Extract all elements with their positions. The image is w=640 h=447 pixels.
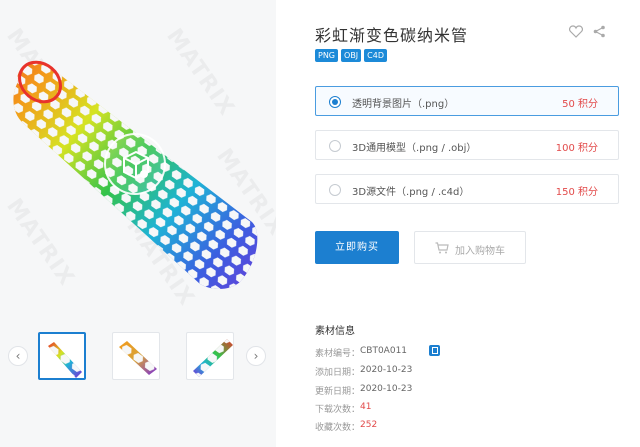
radio-button[interactable] [329,140,341,152]
heart-icon[interactable] [569,25,583,38]
info-row-updated: 更新日期： 2020-10-23 [315,384,412,397]
thumbnail-image [48,342,82,378]
thumbnail-image [119,341,157,375]
info-value: CBT0A011 [360,346,408,356]
product-title: 彩虹渐变色碳纳米管 [315,26,469,45]
info-value: 2020-10-23 [360,365,413,375]
thumbnail-prev-button[interactable]: ‹ [8,346,28,366]
thumbnail-1[interactable] [38,332,86,380]
product-details-panel: 彩虹渐变色碳纳米管 PNG OBJ C4D 透明背景图片（.png） 50 积分… [276,0,640,447]
chevron-left-icon: ‹ [15,349,21,363]
info-key: 收藏次数： [315,423,361,433]
option-price: 100 积分 [555,143,598,154]
thumbnail-2[interactable] [112,332,160,380]
option-label: 3D源文件（.png / .c4d） [352,187,470,198]
preview-panel: MATRIX MATRIX MATRIX MATRIX MATRIX MATRI… [0,0,276,447]
info-key: 添加日期： [315,368,361,378]
info-row-added: 添加日期： 2020-10-23 [315,365,412,378]
info-row-id: 素材编号： CBT0A011 [315,346,407,359]
thumbnail-3[interactable] [186,332,234,380]
radio-button[interactable] [329,184,341,196]
format-tag: C4D [364,49,388,62]
option-label: 3D通用模型（.png / .obj） [352,143,477,154]
option-price: 50 积分 [562,99,598,110]
thumbnail-image [193,339,233,377]
3d-viewer-button[interactable] [104,133,166,195]
info-value: 41 [360,402,372,412]
copy-icon[interactable] [429,345,440,356]
license-option-c4d[interactable]: 3D源文件（.png / .c4d） 150 积分 [315,174,619,204]
add-to-cart-button[interactable]: 加入购物车 [414,231,526,264]
thumbnail-strip: ‹ › [0,326,276,388]
info-value: 252 [360,420,378,430]
license-option-obj[interactable]: 3D通用模型（.png / .obj） 100 积分 [315,130,619,160]
license-option-png[interactable]: 透明背景图片（.png） 50 积分 [315,86,619,116]
format-tag: OBJ [341,49,362,62]
thumbnail-next-button[interactable]: › [246,346,266,366]
share-icon[interactable] [593,25,606,38]
info-key: 下载次数： [315,405,361,415]
info-key: 更新日期： [315,387,361,397]
info-row-favorites: 收藏次数： 252 [315,420,377,433]
info-key: 素材编号： [315,349,361,359]
format-tags: PNG OBJ C4D [315,49,388,62]
option-price: 150 积分 [555,187,598,198]
cart-icon [435,242,449,254]
buy-now-button[interactable]: 立即购买 [315,231,399,264]
cart-label: 加入购物车 [455,246,505,257]
info-heading: 素材信息 [315,326,355,337]
main-preview-image: MATRIX MATRIX MATRIX MATRIX MATRIX MATRI… [0,0,276,312]
format-tag: PNG [315,49,339,62]
radio-button[interactable] [329,96,341,108]
info-value: 2020-10-23 [360,384,413,394]
3d-cube-icon [123,150,149,180]
chevron-right-icon: › [253,349,259,363]
option-label: 透明背景图片（.png） [352,99,455,110]
info-row-downloads: 下载次数： 41 [315,402,371,415]
